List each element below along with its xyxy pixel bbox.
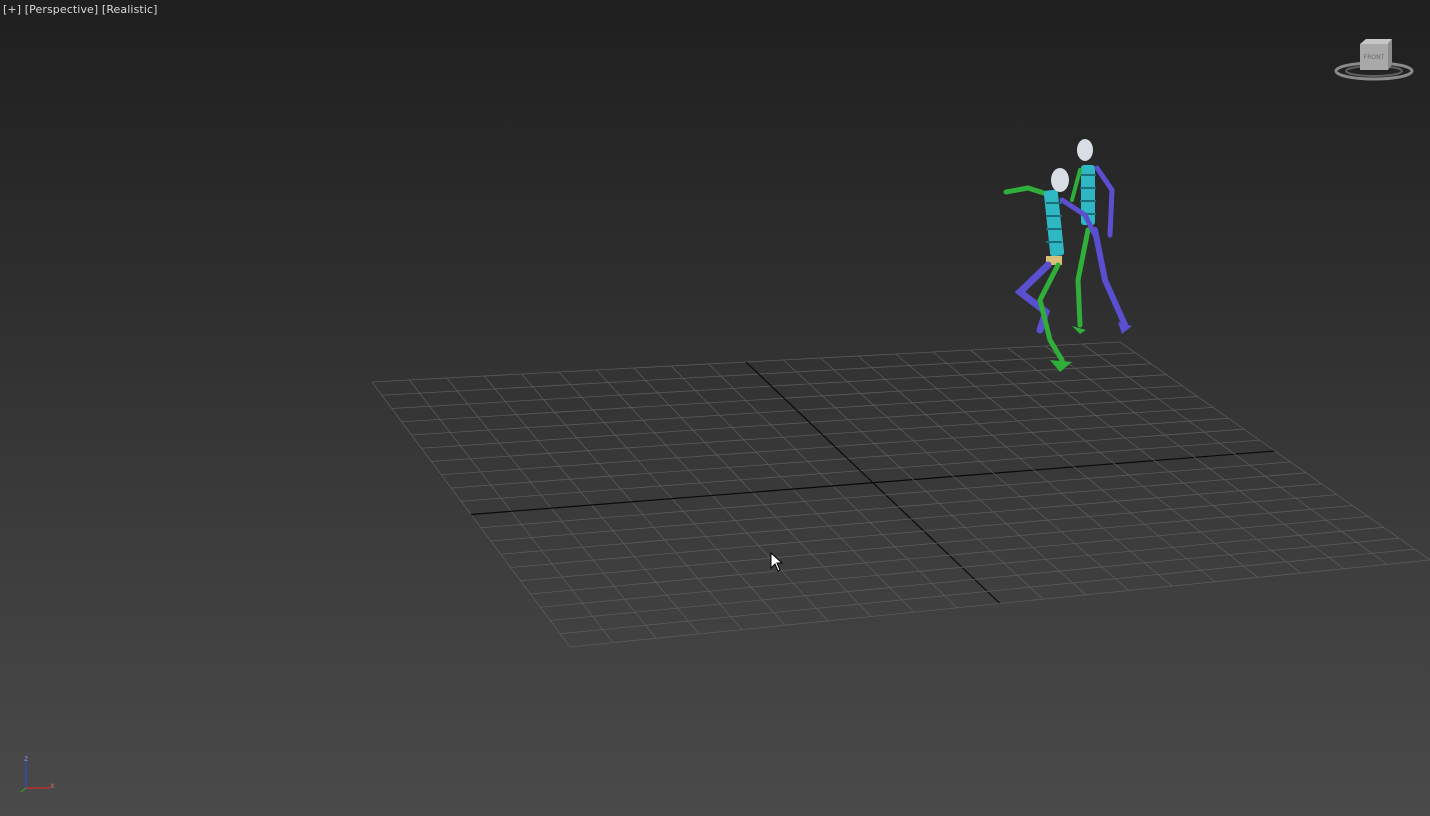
- viewcube-icon[interactable]: FRONT: [1334, 36, 1414, 86]
- axis-x-label: x: [50, 781, 55, 790]
- grid-line: [569, 559, 1430, 648]
- grid-line: [1082, 343, 1388, 565]
- home-grid: [371, 341, 1430, 648]
- grid-line: [560, 548, 1415, 635]
- mouse-cursor-icon: [770, 552, 784, 572]
- viewcube-face-label: FRONT: [1364, 54, 1385, 61]
- axis-z-label: z: [24, 754, 28, 763]
- grid-line: [1007, 347, 1302, 574]
- grid-line: [550, 537, 1400, 621]
- scene-canvas[interactable]: [0, 0, 1430, 816]
- biped-figure-back[interactable]: [1070, 139, 1132, 334]
- grid-line: [1119, 341, 1430, 561]
- grid-line: [1044, 345, 1345, 570]
- viewport-perspective[interactable]: [+] [Perspective] [Realistic] FRONT z x: [0, 0, 1430, 816]
- axis-tripod-icon: z x: [20, 754, 55, 793]
